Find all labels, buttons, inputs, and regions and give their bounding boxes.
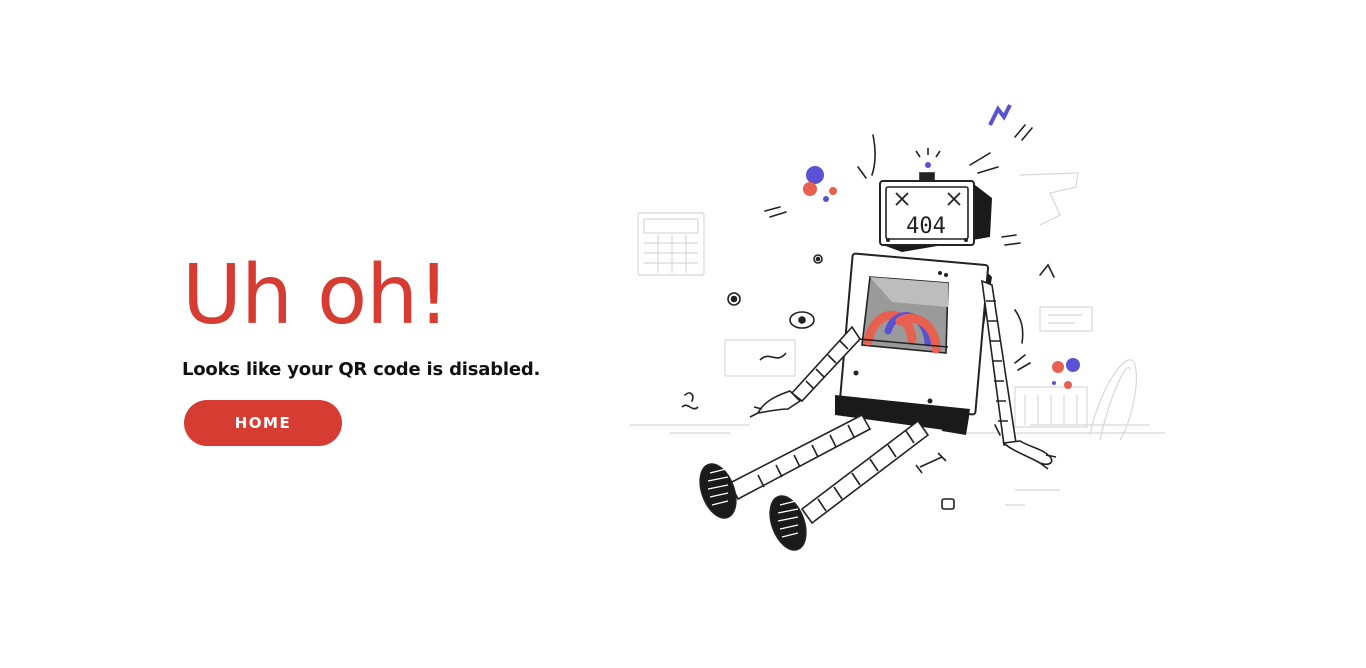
robot-body [835, 252, 992, 435]
robot-antenna [915, 148, 941, 182]
error-content: Uh oh! Looks like your QR code is disabl… [182, 248, 602, 446]
error-page: Uh oh! Looks like your QR code is disabl… [0, 0, 1366, 668]
robot-right-arm [981, 279, 1057, 470]
error-headline: Uh oh! [182, 248, 450, 343]
robot-head: 404 [879, 180, 992, 252]
broken-robot-illustration: 404 [630, 95, 1175, 560]
home-button[interactable]: HOME [184, 400, 342, 446]
error-message: Looks like your QR code is disabled. [182, 359, 541, 380]
robot-screen-text: 404 [906, 214, 946, 239]
robot-svg: 404 [630, 104, 1165, 551]
